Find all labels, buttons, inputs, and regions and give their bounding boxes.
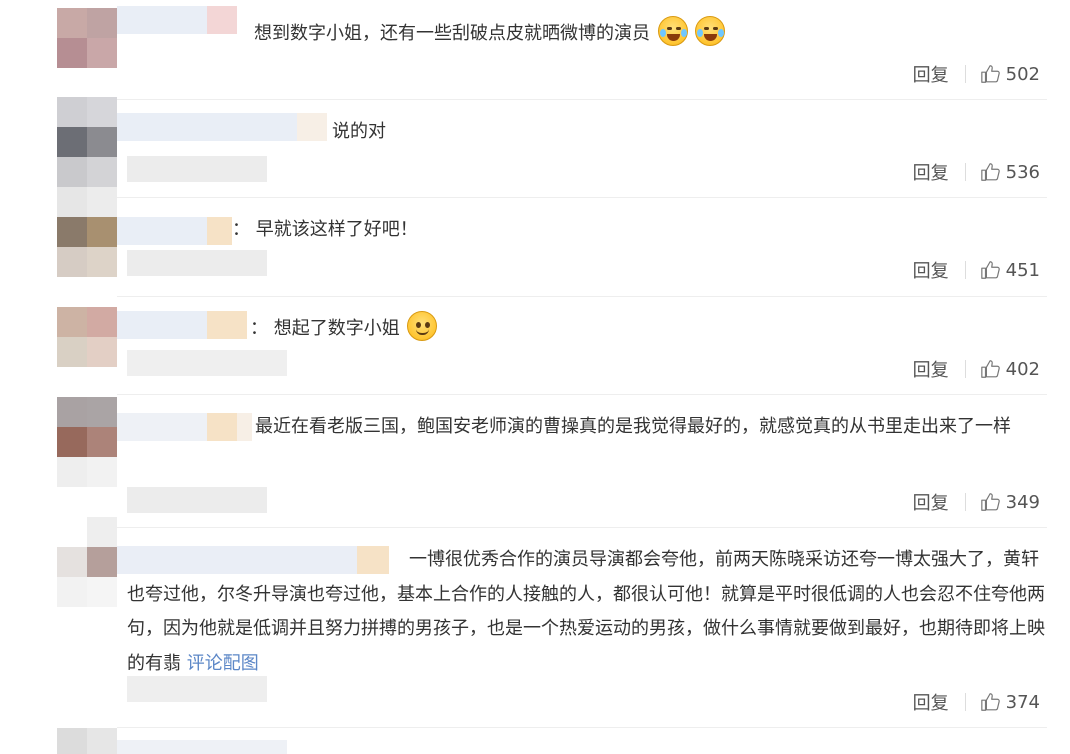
action-separator <box>964 493 966 511</box>
comment-actions: 回复 536 <box>913 159 1040 185</box>
reply-button[interactable]: 回复 <box>913 689 949 715</box>
comment-image-link[interactable]: 评论配图 <box>187 653 259 674</box>
comment-divider <box>117 99 1047 100</box>
comment-divider <box>117 527 1047 528</box>
avatar[interactable] <box>57 97 117 187</box>
comment-actions: 回复 502 <box>913 61 1040 87</box>
comment-text: ： 早就该这样了好吧！ <box>127 213 1047 247</box>
comment-divider <box>117 296 1047 297</box>
comment-text: 想到数字小姐，还有一些刮破点皮就晒微博的演员 <box>127 16 1047 51</box>
reply-button[interactable]: 回复 <box>913 356 949 382</box>
thumbs-up-icon <box>980 493 1000 511</box>
laughing-tears-emoji <box>657 16 688 46</box>
comment-actions: 回复 402 <box>913 356 1040 382</box>
comment-actions: 回复 451 <box>913 257 1040 283</box>
avatar[interactable] <box>57 187 117 277</box>
like-button[interactable]: 502 <box>980 63 1040 85</box>
action-separator <box>964 65 966 83</box>
action-separator <box>964 163 966 181</box>
thumbs-up-icon <box>980 65 1000 83</box>
comment-divider <box>117 727 1047 728</box>
thumbs-up-icon <box>980 693 1000 711</box>
timestamp-blurred <box>127 487 267 513</box>
comment-text: ： 想起了数字小姐 <box>127 311 1047 346</box>
timestamp-blurred <box>127 156 267 182</box>
comment-text: 一博很优秀合作的演员导演都会夸他，前两天陈晓采访还夸一博太强大了，黄轩也夸过他，… <box>127 543 1047 681</box>
avatar[interactable] <box>57 8 117 68</box>
reply-button[interactable]: 回复 <box>913 159 949 185</box>
like-button[interactable]: 349 <box>980 491 1040 513</box>
comment-body: 一博很优秀合作的演员导演都会夸他，前两天陈晓采访还夸一博太强大了，黄轩也夸过他，… <box>127 549 1045 674</box>
comment-text: 说的对 <box>127 115 1047 149</box>
thumbs-up-icon <box>980 261 1000 279</box>
comment-body: ： 想起了数字小姐 <box>250 318 400 339</box>
comment-body: ： 早就该这样了好吧！ <box>232 219 418 240</box>
like-button[interactable]: 374 <box>980 691 1040 713</box>
like-button[interactable]: 402 <box>980 358 1040 380</box>
smile-emoji <box>407 311 438 341</box>
like-count: 349 <box>1005 491 1040 513</box>
like-count: 451 <box>1005 259 1040 281</box>
comment-divider <box>117 394 1047 395</box>
action-separator <box>964 360 966 378</box>
laughing-tears-emoji <box>695 16 726 46</box>
timestamp-blurred <box>127 350 287 376</box>
avatar[interactable] <box>57 728 117 754</box>
reply-button[interactable]: 回复 <box>913 257 949 283</box>
like-button[interactable]: 536 <box>980 161 1040 183</box>
comment-body: 想到数字小姐，还有一些刮破点皮就晒微博的演员 <box>254 23 650 44</box>
comment-body: 说的对 <box>332 121 386 142</box>
avatar[interactable] <box>57 397 117 487</box>
comment-actions: 回复 374 <box>913 689 1040 715</box>
username-blurred[interactable] <box>117 740 287 754</box>
comment-body: 最近在看老版三国，鲍国安老师演的曹操真的是我觉得最好的，就感觉真的从书里走出来了… <box>255 416 1011 437</box>
comment-text: 最近在看老版三国，鲍国安老师演的曹操真的是我觉得最好的，就感觉真的从书里走出来了… <box>127 410 1047 444</box>
reply-button[interactable]: 回复 <box>913 61 949 87</box>
avatar[interactable] <box>57 517 117 607</box>
like-count: 374 <box>1005 691 1040 713</box>
avatar[interactable] <box>57 307 117 367</box>
like-count: 536 <box>1005 161 1040 183</box>
comment-divider <box>117 197 1047 198</box>
action-separator <box>964 261 966 279</box>
like-count: 402 <box>1005 358 1040 380</box>
thumbs-up-icon <box>980 163 1000 181</box>
comment-actions: 回复 349 <box>913 489 1040 515</box>
thumbs-up-icon <box>980 360 1000 378</box>
action-separator <box>964 693 966 711</box>
like-count: 502 <box>1005 63 1040 85</box>
like-button[interactable]: 451 <box>980 259 1040 281</box>
timestamp-blurred <box>127 250 267 276</box>
reply-button[interactable]: 回复 <box>913 489 949 515</box>
